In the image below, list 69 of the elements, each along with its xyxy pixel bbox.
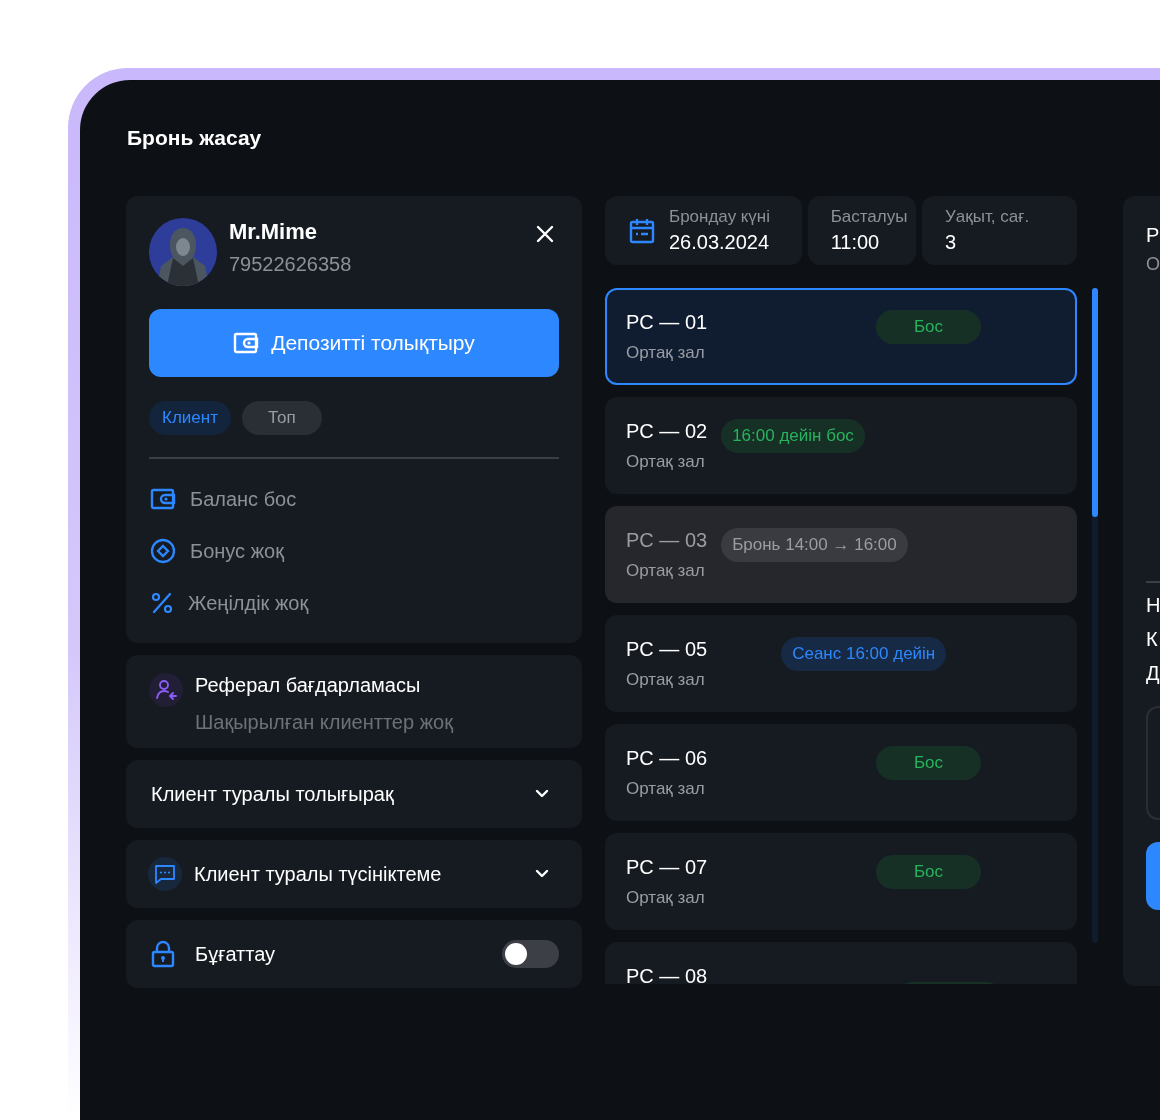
lock-icon [151, 940, 175, 968]
pc-zone: Ортақ зал [626, 561, 706, 581]
pc-card[interactable]: PC — 08 [605, 942, 1077, 984]
field-value: 26.03.2024 [669, 230, 770, 254]
pc-name: PC — 02 [626, 419, 708, 443]
section-label: Клиент туралы толығырақ [151, 782, 395, 806]
scrollbar[interactable] [1092, 288, 1098, 943]
client-name: Mr.Mime [229, 219, 319, 245]
field-label: Брондау күні [669, 207, 770, 227]
panel-text: К [1146, 627, 1159, 651]
panel-text: Д [1146, 661, 1160, 685]
action-button[interactable] [1146, 842, 1160, 910]
pc-card[interactable]: PC — 06 Ортақ зал Бос [605, 724, 1077, 821]
status-badge: Бос [875, 310, 981, 344]
chevron-icon[interactable] [535, 789, 549, 799]
pc-card[interactable]: PC — 07 Ортақ зал Бос [605, 833, 1077, 930]
referral-subtitle: Шақырылған клиенттер жоқ [195, 710, 453, 734]
chevron-icon[interactable] [535, 869, 549, 879]
collapsible-section[interactable]: Клиент туралы толығырақ [126, 760, 582, 828]
client-phone: 79522626358 [229, 252, 353, 276]
pc-zone: Ортақ зал [626, 779, 706, 799]
wallet-icon [150, 486, 176, 512]
fact-text: Баланс бос [190, 487, 297, 511]
percent-icon [150, 591, 174, 615]
section-label: Клиент туралы түсініктеме [194, 862, 443, 886]
fact-text: Бонус жоқ [190, 539, 284, 563]
diamond-circle-icon [150, 538, 176, 564]
panel-title: Р [1146, 223, 1160, 247]
referral-title: Реферал бағдарламасы [195, 673, 422, 697]
block-label: Бұғаттау [195, 942, 277, 966]
pc-name: PC — 07 [626, 855, 708, 879]
toggle-switch[interactable] [502, 940, 559, 968]
field-value: 11:00 [830, 230, 881, 254]
pc-zone: Ортақ зал [626, 452, 706, 472]
client-tag[interactable]: Топ [241, 401, 322, 435]
pc-name: PC — 03 [626, 528, 708, 552]
pc-zone: Ортақ зал [626, 888, 706, 908]
pc-card[interactable]: PC — 02 Ортақ зал 16:00 дейін бос [605, 397, 1077, 494]
booking-field[interactable]: Уақыт, сағ. 3 [922, 196, 1077, 265]
field-label: Басталуы [830, 207, 908, 227]
pc-name: PC — 06 [626, 746, 708, 770]
wallet-icon [233, 330, 260, 356]
pc-card[interactable]: PC — 03 Ортақ зал Бронь 14:00 → 16:00 [605, 506, 1077, 603]
pc-card[interactable]: PC — 01 Ортақ зал Бос [605, 288, 1077, 385]
status-badge: Бос [875, 746, 981, 780]
client-tag[interactable]: Клиент [149, 401, 231, 435]
pc-name: PC — 08 [626, 964, 708, 984]
collapsible-section[interactable]: Клиент туралы түсініктеме [126, 840, 582, 908]
panel-text: Н [1146, 593, 1160, 617]
panel-subtitle: О [1146, 253, 1160, 275]
field-value: 3 [945, 230, 958, 254]
page-title: Бронь жасау [127, 125, 262, 151]
pc-name: PC — 05 [626, 637, 708, 661]
pc-card[interactable]: PC — 05 Ортақ зал Сеанс 16:00 дейін [605, 615, 1077, 712]
add-user-icon [149, 673, 183, 707]
booking-field[interactable]: Брондау күні 26.03.2024 [605, 196, 802, 265]
booking-field[interactable]: Басталуы 11:00 [807, 196, 916, 265]
pc-zone: Ортақ зал [626, 670, 706, 690]
status-badge: Бос [875, 855, 981, 889]
status-badge: Бронь 14:00 → 16:00 [721, 528, 908, 562]
field-label: Уақыт, сағ. [945, 207, 1030, 227]
comment-icon [148, 857, 182, 891]
fact-text: Жеңілдік жоқ [188, 591, 309, 615]
pc-zone: Ортақ зал [626, 343, 706, 363]
close-icon[interactable] [535, 224, 555, 244]
status-badge: Сеанс 16:00 дейін [781, 637, 947, 671]
pc-name: PC — 01 [626, 310, 708, 334]
calendar-icon [629, 217, 655, 244]
status-badge: 16:00 дейін бос [721, 419, 865, 453]
